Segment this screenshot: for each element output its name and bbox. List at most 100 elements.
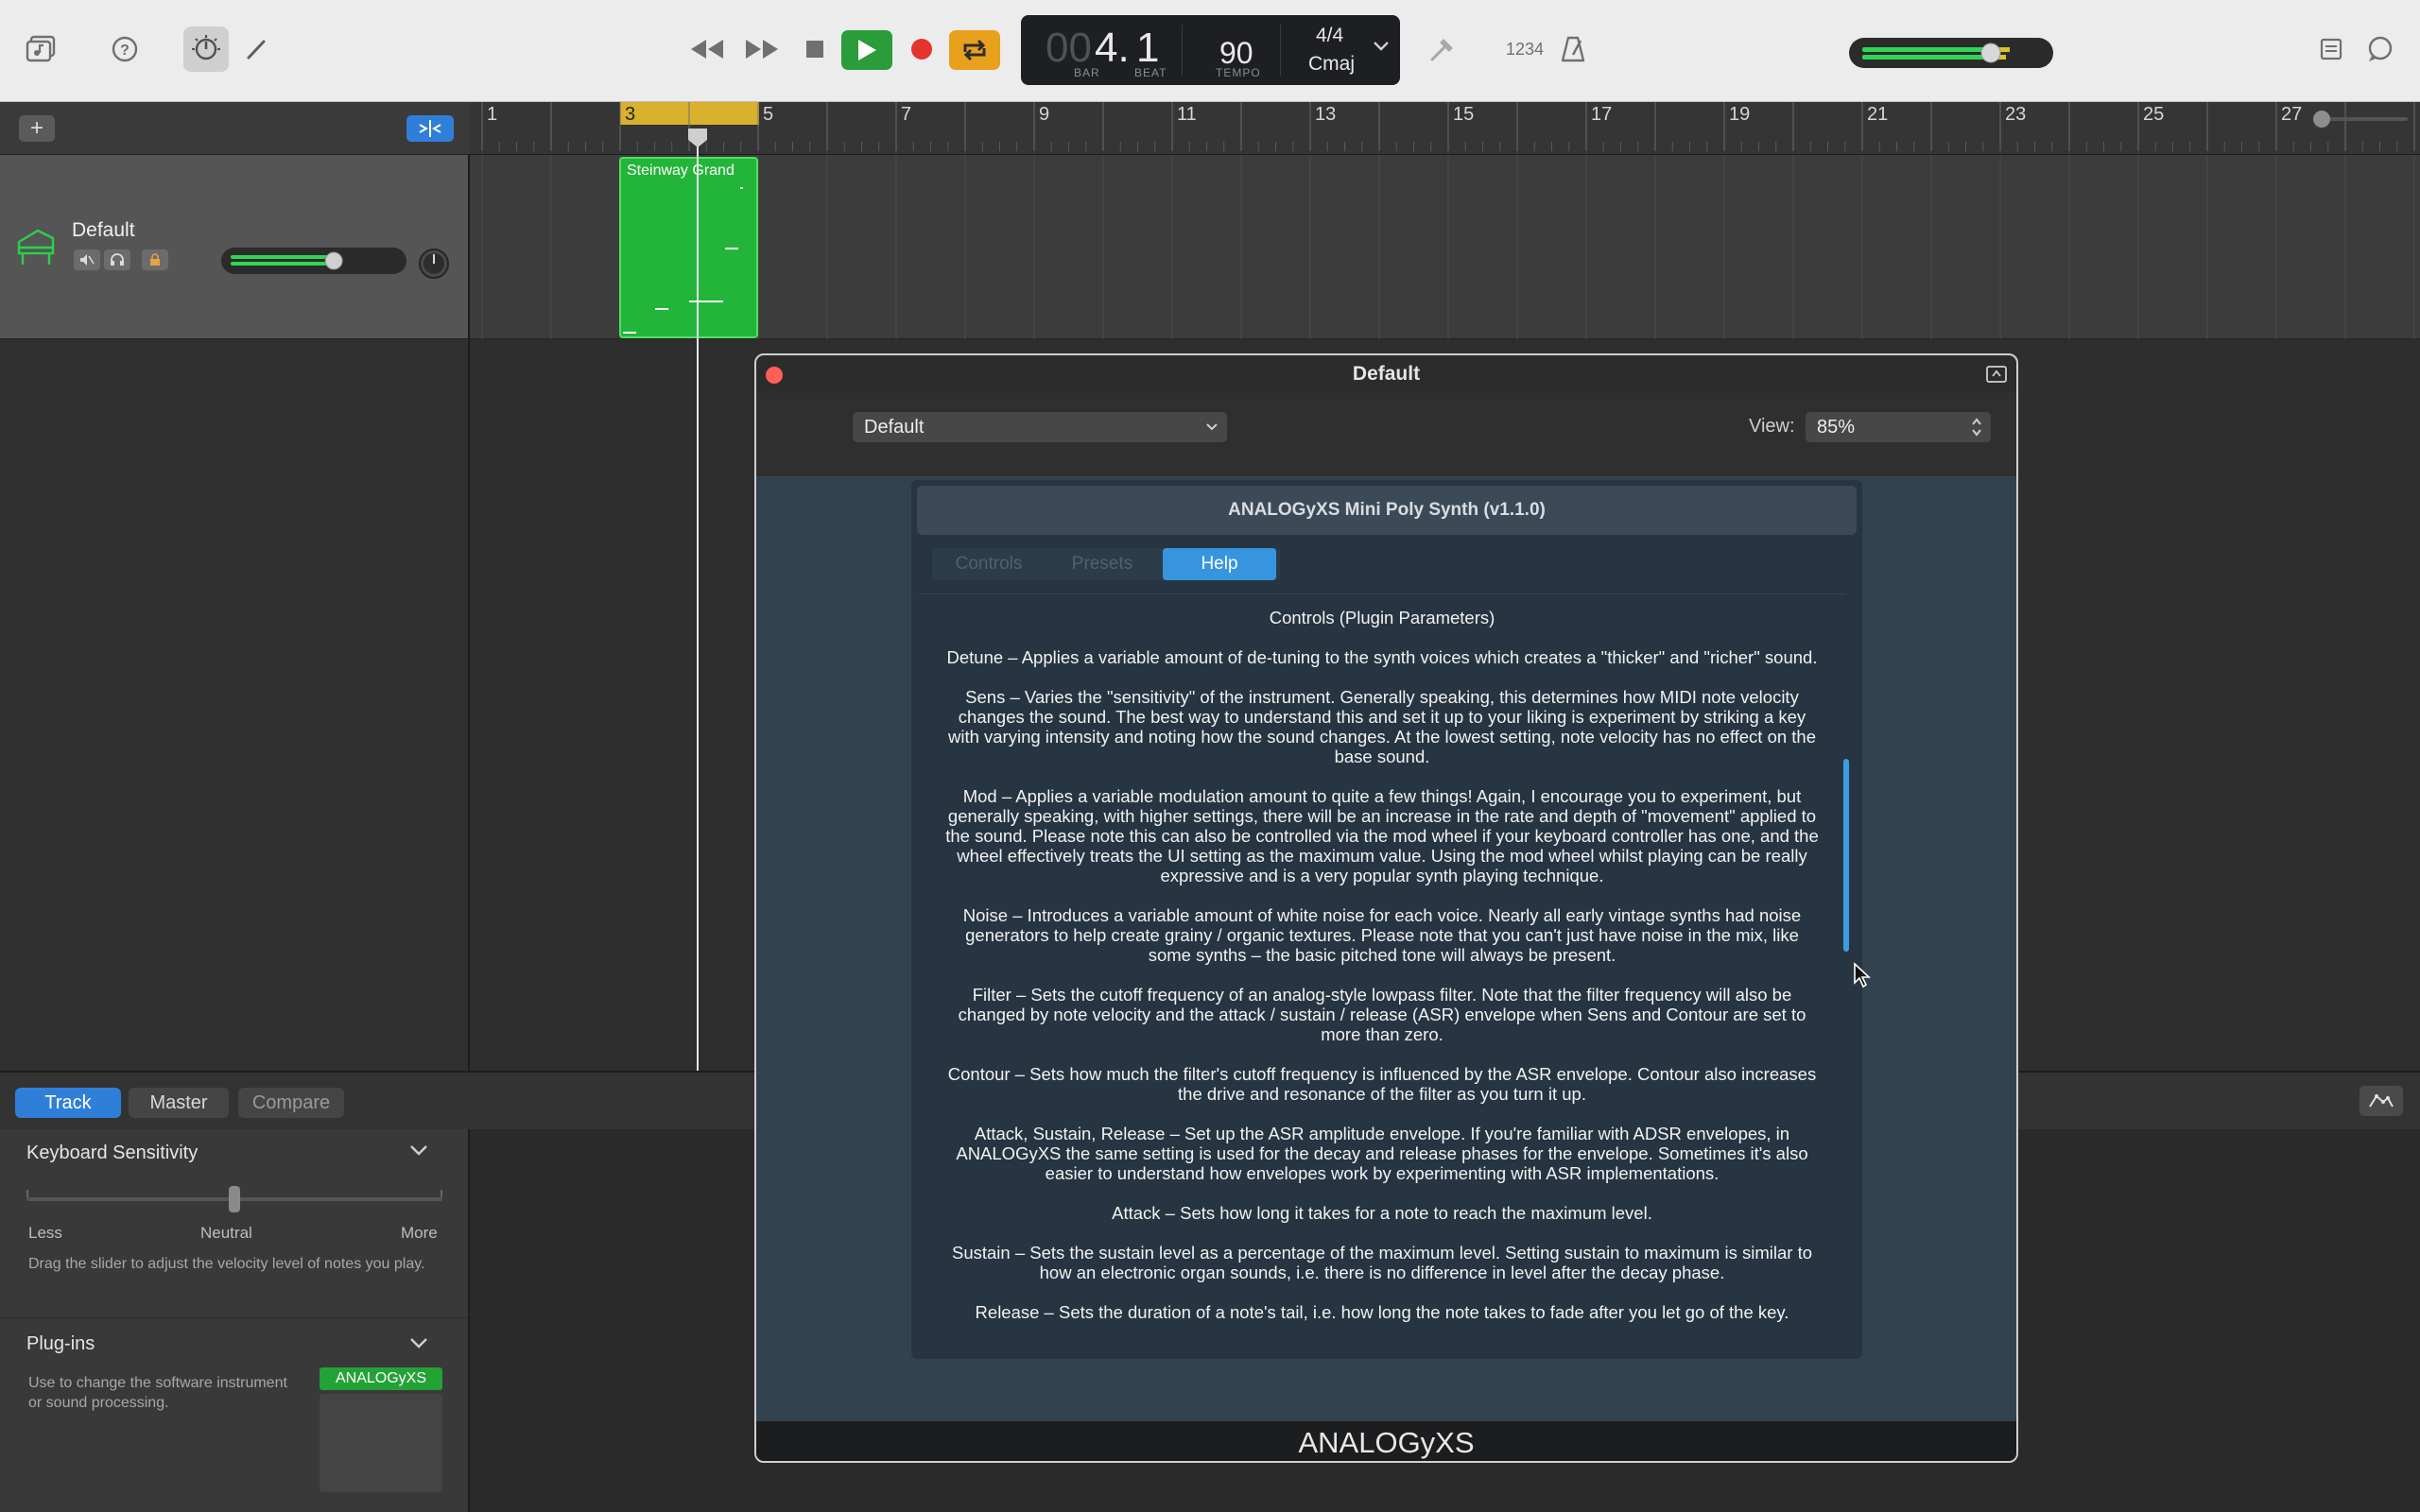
- lcd-display[interactable]: 00 4. 1 BAR BEAT 90 TEMPO 4/4 Cmaj: [1021, 15, 1400, 85]
- svg-text:?: ?: [120, 43, 130, 59]
- mouse-cursor-icon: [1853, 962, 1872, 988]
- bar-number: 9: [1039, 104, 1050, 125]
- help-paragraph: Release – Sets the duration of a note's …: [975, 1302, 1789, 1322]
- track-header-default[interactable]: Default: [0, 155, 468, 339]
- track-volume-slider[interactable]: [221, 248, 406, 274]
- stepper-icon: [1972, 418, 1981, 437]
- lcd-chevron-icon[interactable]: [1373, 40, 1390, 53]
- bar-number: 17: [1591, 104, 1613, 125]
- cycle-icon: [963, 39, 986, 61]
- record-button[interactable]: [899, 26, 944, 72]
- plugin-title: ANALOGyXS Mini Poly Synth (v1.1.0): [917, 486, 1857, 535]
- help-paragraph: Contour – Sets how much the filter's cut…: [947, 1064, 1817, 1104]
- envelope-icon: [2369, 1094, 2394, 1108]
- play-button[interactable]: [841, 30, 892, 70]
- help-scrollbar[interactable]: [1843, 759, 1849, 952]
- help-paragraph: Noise – Introduces a variable amount of …: [962, 905, 1802, 965]
- sensitivity-neutral-label: Neutral: [200, 1224, 252, 1242]
- control-bar: ? 00 4. 1 BAR BEAT 90 TEMPO 4/4 Cmaj 123…: [0, 0, 2420, 102]
- tuner-icon[interactable]: [1420, 26, 1465, 72]
- lock-icon: [150, 253, 160, 266]
- track-name[interactable]: Default: [72, 219, 135, 242]
- headphones-icon: [111, 253, 124, 266]
- plugin-header-controls: Default View: 85%: [756, 393, 2016, 476]
- tab-help[interactable]: Help: [1163, 548, 1276, 580]
- keyboard-sensitivity-section: Keyboard Sensitivity Less Neutral More D…: [0, 1129, 468, 1318]
- bar-numbers: 1 3 5 7 9 11 13 15 17 19 21 23 25 27: [470, 102, 2420, 129]
- rewind-icon[interactable]: [684, 26, 730, 72]
- help-paragraph: Sens – Varies the "sensitivity" of the i…: [947, 687, 1817, 766]
- tab-master[interactable]: Master: [129, 1088, 229, 1118]
- cycle-button[interactable]: [949, 30, 1000, 70]
- bar-number: 7: [901, 104, 912, 125]
- play-icon: [858, 40, 876, 60]
- tab-compare[interactable]: Compare: [238, 1088, 344, 1118]
- library-icon[interactable]: [19, 26, 64, 72]
- record-icon: [911, 39, 932, 60]
- playhead[interactable]: [688, 129, 707, 1071]
- inspector-toggle-button[interactable]: [2360, 1086, 2403, 1116]
- bar-number: 3: [625, 104, 636, 125]
- tracks-area[interactable]: [470, 155, 2420, 339]
- midi-region[interactable]: Steinway Grand: [619, 157, 758, 338]
- chevron-down-icon[interactable]: [408, 1143, 429, 1158]
- pan-knob[interactable]: [418, 248, 450, 280]
- help-heading: Controls (Plugin Parameters): [1269, 608, 1495, 627]
- velocity-slider-knob[interactable]: [229, 1186, 240, 1212]
- quick-help-icon[interactable]: ?: [102, 26, 147, 72]
- lcd-bar-label: BAR: [1074, 66, 1100, 79]
- track-list: Default: [0, 155, 470, 1071]
- piano-icon: [15, 227, 57, 266]
- tab-track[interactable]: Track: [15, 1088, 121, 1118]
- plugins-section: Plug-ins Use to change the software inst…: [0, 1318, 468, 1512]
- add-track-button[interactable]: +: [19, 115, 55, 142]
- master-volume-slider[interactable]: [1849, 38, 2053, 68]
- zoom-slider[interactable]: [2313, 111, 2408, 128]
- record-enable-button[interactable]: [142, 249, 168, 270]
- plugin-slot-empty[interactable]: [320, 1394, 442, 1492]
- metronome-icon[interactable]: [1550, 26, 1596, 72]
- mute-button[interactable]: [74, 249, 100, 270]
- bar-number: 1: [487, 104, 498, 125]
- preset-value: Default: [864, 416, 925, 438]
- velocity-sensitivity-slider[interactable]: [26, 1186, 442, 1212]
- tab-controls[interactable]: Controls: [932, 548, 1046, 580]
- stop-icon[interactable]: [792, 26, 838, 72]
- window-expand-icon[interactable]: [1985, 365, 2008, 384]
- midi-notes: [623, 187, 743, 334]
- timeline-ruler[interactable]: 1 3 5 7 9 11 13 15 17 19 21 23 25 27: [470, 102, 2420, 155]
- chevron-down-icon[interactable]: [408, 1335, 429, 1350]
- loop-browser-icon[interactable]: [2358, 26, 2403, 72]
- fast-forward-icon[interactable]: [739, 26, 785, 72]
- smart-controls-icon[interactable]: [183, 26, 229, 72]
- sensitivity-less-label: Less: [28, 1224, 62, 1242]
- notepad-icon[interactable]: [2308, 26, 2354, 72]
- lcd-bar: 4.: [1095, 25, 1130, 71]
- help-paragraph: Filter – Sets the cutoff frequency of an…: [958, 985, 1806, 1044]
- bar-number: 27: [2281, 104, 2303, 125]
- count-in-button[interactable]: 1234: [1501, 26, 1548, 72]
- sensitivity-more-label: More: [401, 1224, 438, 1242]
- playhead-handle-icon[interactable]: [685, 127, 710, 149]
- help-text-area[interactable]: Controls (Plugin Parameters) Detune – Ap…: [919, 593, 1845, 1348]
- catch-playhead-button[interactable]: [406, 115, 454, 142]
- sensitivity-help-text: Drag the slider to adjust the velocity l…: [28, 1256, 425, 1272]
- zoom-slider-knob[interactable]: [2313, 111, 2330, 128]
- preset-select[interactable]: Default: [853, 412, 1227, 442]
- plugin-ui: ANALOGyXS Mini Poly Synth (v1.1.0) Contr…: [756, 476, 2016, 1421]
- solo-button[interactable]: [104, 249, 130, 270]
- editors-icon[interactable]: [234, 26, 280, 72]
- tab-presets[interactable]: Presets: [1046, 548, 1159, 580]
- plugin-slot-analogyxs[interactable]: ANALOGyXS: [320, 1367, 442, 1390]
- view-zoom-select[interactable]: 85%: [1806, 412, 1991, 442]
- bar-number: 21: [1867, 104, 1889, 125]
- lcd-time-signature[interactable]: 4/4: [1316, 25, 1343, 47]
- bar-number: 19: [1729, 104, 1751, 125]
- lcd-key[interactable]: Cmaj: [1308, 53, 1355, 76]
- chevron-down-icon: [1206, 423, 1218, 431]
- bar-number: 5: [763, 104, 774, 125]
- bar-number: 13: [1315, 104, 1337, 125]
- plugin-window: Default Default View: 85% ANALOGyXS Mini…: [754, 353, 2018, 1463]
- close-button[interactable]: [766, 367, 783, 384]
- track-header-toolbar: +: [0, 102, 470, 155]
